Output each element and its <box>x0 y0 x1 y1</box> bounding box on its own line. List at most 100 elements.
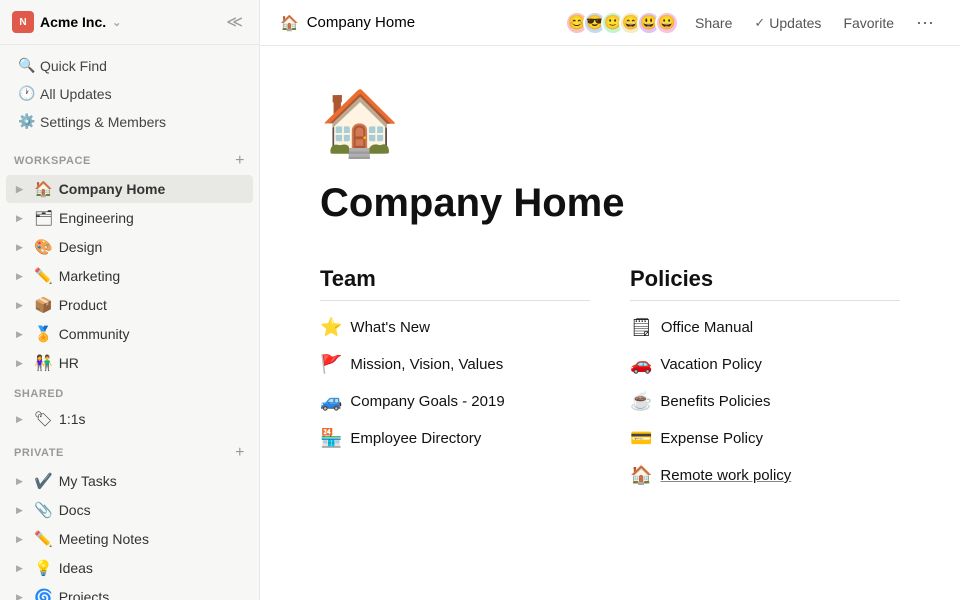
workspace-add-button[interactable]: + <box>235 152 245 170</box>
checkmark-icon: ✓ <box>754 15 765 31</box>
community-icon: 🏅 <box>34 325 53 343</box>
avatar: 😀 <box>655 11 679 35</box>
notebook-icon: 🗒 <box>630 317 653 338</box>
chevron-icon: ▶ <box>16 505 26 516</box>
house-icon: 🏠 <box>630 465 652 486</box>
team-link-mission[interactable]: 🚩 Mission, Vision, Values <box>320 346 590 383</box>
design-label: Design <box>59 239 103 255</box>
private-items: ▶ ✔️ My Tasks ▶ 📎 Docs ▶ ✏️ Meeting Note… <box>0 466 259 600</box>
benefits-policies-label: Benefits Policies <box>660 393 770 410</box>
sidebar-header: N Acme Inc. ⌄ ≪ <box>0 0 259 45</box>
sidebar-item-company-home[interactable]: ▶ 🏠 Company Home <box>6 175 253 203</box>
policies-link-remote-work[interactable]: 🏠 Remote work policy <box>630 457 900 494</box>
whats-new-label: What's New <box>350 319 430 336</box>
gear-icon: ⚙️ <box>18 113 34 130</box>
more-options-button[interactable]: ··· <box>910 9 940 36</box>
engineering-label: Engineering <box>59 210 134 226</box>
chevron-icon: ▶ <box>16 213 26 224</box>
policies-items: 🗒 Office Manual 🚗 Vacation Policy ☕ Bene… <box>630 309 900 494</box>
topbar: 🏠 Company Home 😊 😎 🙂 😄 😃 😀 Share ✓ Updat… <box>260 0 960 46</box>
sidebar-item-meeting-notes[interactable]: ▶ ✏️ Meeting Notes <box>6 525 253 553</box>
policies-link-expense[interactable]: 💳 Expense Policy <box>630 420 900 457</box>
coffee-icon: ☕ <box>630 391 652 412</box>
ideas-label: Ideas <box>59 560 93 576</box>
workspace-title[interactable]: N Acme Inc. ⌄ <box>12 11 121 33</box>
flag-icon: 🚩 <box>320 354 342 375</box>
topbar-title: 🏠 Company Home <box>280 14 553 32</box>
favorite-button[interactable]: Favorite <box>837 12 900 34</box>
shared-section-label: SHARED <box>0 378 259 404</box>
chevron-icon: ▶ <box>16 329 26 340</box>
chevron-icon: ▶ <box>16 563 26 574</box>
shared-items: ▶ 🏷 1:1s <box>0 404 259 434</box>
page-title: Company Home <box>320 181 900 226</box>
topbar-page-emoji: 🏠 <box>280 14 299 32</box>
all-updates-item[interactable]: 🕐 All Updates <box>6 80 253 107</box>
sidebar-item-product[interactable]: ▶ 📦 Product <box>6 291 253 319</box>
topbar-page-title: Company Home <box>307 14 415 31</box>
team-link-whats-new[interactable]: ⭐ What's New <box>320 309 590 346</box>
sidebar-item-hr[interactable]: ▶ 👫 HR <box>6 349 253 377</box>
chevron-icon: ▶ <box>16 476 26 487</box>
policies-section: Policies 🗒 Office Manual 🚗 Vacation Poli… <box>630 266 900 494</box>
store-icon: 🏪 <box>320 428 342 449</box>
hr-label: HR <box>59 355 79 371</box>
chevron-icon: ▶ <box>16 358 26 369</box>
1on1s-label: 1:1s <box>59 411 85 427</box>
updates-label: Updates <box>769 15 821 31</box>
quick-find-item[interactable]: 🔍 Quick Find <box>6 52 253 79</box>
all-updates-label: All Updates <box>40 86 112 102</box>
remote-work-label: Remote work policy <box>660 467 791 484</box>
private-add-button[interactable]: + <box>235 444 245 462</box>
sidebar-item-docs[interactable]: ▶ 📎 Docs <box>6 496 253 524</box>
sidebar-item-engineering[interactable]: ▶ 🗂 Engineering <box>6 204 253 232</box>
policies-heading: Policies <box>630 266 900 301</box>
settings-item[interactable]: ⚙️ Settings & Members <box>6 108 253 135</box>
sidebar-item-my-tasks[interactable]: ▶ ✔️ My Tasks <box>6 467 253 495</box>
workspace-logo: N <box>12 11 34 33</box>
chevron-icon: ▶ <box>16 592 26 600</box>
my-tasks-icon: ✔️ <box>34 472 53 490</box>
chevron-icon: ▶ <box>16 300 26 311</box>
settings-label: Settings & Members <box>40 114 166 130</box>
chevron-icon: ▶ <box>16 414 26 425</box>
ideas-icon: 💡 <box>34 559 53 577</box>
product-label: Product <box>59 297 107 313</box>
sidebar-item-1on1s[interactable]: ▶ 🏷 1:1s <box>6 405 253 433</box>
sidebar-item-ideas[interactable]: ▶ 💡 Ideas <box>6 554 253 582</box>
marketing-icon: ✏️ <box>34 267 53 285</box>
workspace-name: Acme Inc. <box>40 14 106 30</box>
main-content: 🏠 Company Home 😊 😎 🙂 😄 😃 😀 Share ✓ Updat… <box>260 0 960 600</box>
engineering-icon: 🗂 <box>34 209 53 227</box>
marketing-label: Marketing <box>59 268 120 284</box>
car2-icon: 🚗 <box>630 354 652 375</box>
quick-find-label: Quick Find <box>40 58 107 74</box>
team-link-company-goals[interactable]: 🚙 Company Goals - 2019 <box>320 383 590 420</box>
team-link-employee-directory[interactable]: 🏪 Employee Directory <box>320 420 590 457</box>
policies-link-vacation[interactable]: 🚗 Vacation Policy <box>630 346 900 383</box>
collapse-sidebar-button[interactable]: ≪ <box>222 10 247 34</box>
workspace-section-label: WORKSPACE + <box>0 142 259 174</box>
chevron-icon: ▶ <box>16 242 26 253</box>
clock-icon: 🕐 <box>18 85 34 102</box>
policies-link-office-manual[interactable]: 🗒 Office Manual <box>630 309 900 346</box>
sidebar-item-community[interactable]: ▶ 🏅 Community <box>6 320 253 348</box>
docs-label: Docs <box>59 502 91 518</box>
updates-button[interactable]: ✓ Updates <box>748 12 827 34</box>
meeting-notes-label: Meeting Notes <box>59 531 149 547</box>
company-home-label: Company Home <box>59 181 166 197</box>
workspace-chevron: ⌄ <box>112 16 121 29</box>
policies-link-benefits[interactable]: ☕ Benefits Policies <box>630 383 900 420</box>
share-button[interactable]: Share <box>689 12 738 34</box>
vacation-policy-label: Vacation Policy <box>660 356 761 373</box>
page-icon: 🏠 <box>320 86 900 161</box>
sidebar-item-design[interactable]: ▶ 🎨 Design <box>6 233 253 261</box>
sidebar-item-marketing[interactable]: ▶ ✏️ Marketing <box>6 262 253 290</box>
sections-grid: Team ⭐ What's New 🚩 Mission, Vision, Val… <box>320 266 900 494</box>
team-section: Team ⭐ What's New 🚩 Mission, Vision, Val… <box>320 266 590 494</box>
sidebar-item-projects[interactable]: ▶ 🌀 Projects <box>6 583 253 600</box>
community-label: Community <box>59 326 130 342</box>
office-manual-label: Office Manual <box>661 319 753 336</box>
projects-label: Projects <box>59 589 110 600</box>
credit-card-icon: 💳 <box>630 428 652 449</box>
